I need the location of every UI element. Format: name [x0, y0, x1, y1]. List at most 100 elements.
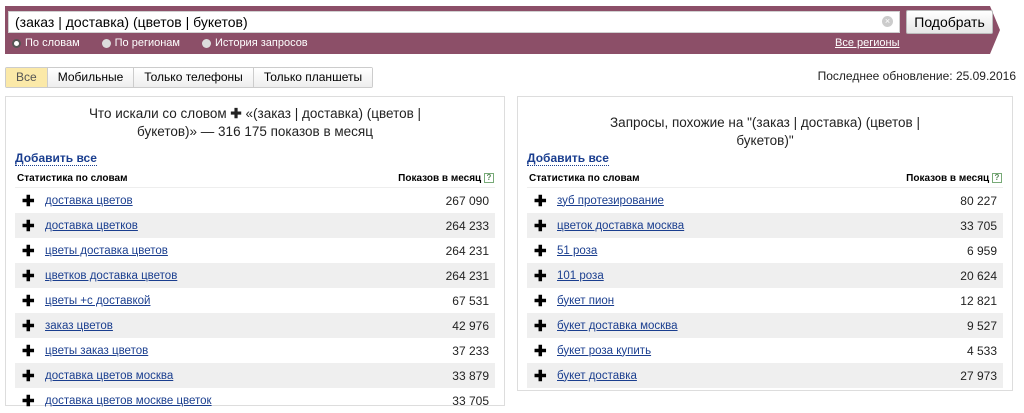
radio-selected-icon — [12, 38, 21, 48]
keyword-link[interactable]: букет пион — [551, 295, 960, 307]
plus-icon[interactable]: ✚ — [22, 317, 39, 335]
plus-icon[interactable]: ✚ — [22, 342, 39, 360]
radio-icon — [101, 38, 111, 48]
plus-icon: ✚ — [230, 106, 242, 121]
table-row: ✚ 101 роза 20 624 — [527, 263, 1003, 288]
impressions-count: 12 821 — [960, 293, 997, 308]
table-row: ✚ букет доставка москва 9 527 — [527, 313, 1003, 338]
keyword-link[interactable]: зуб протезирование — [551, 195, 960, 207]
keyword-link[interactable]: букет роза купить — [551, 345, 967, 357]
table-header: Статистика по словам Показов в месяц ? — [527, 173, 1003, 188]
impressions-count: 9 527 — [966, 318, 997, 333]
plus-icon[interactable]: ✚ — [534, 292, 551, 310]
tab-all[interactable]: Все — [6, 68, 48, 87]
plus-icon[interactable]: ✚ — [534, 317, 551, 335]
keyword-link[interactable]: цветы заказ цветов — [39, 345, 452, 357]
radio-icon — [202, 38, 211, 48]
table-row: ✚ букет доставка 27 973 — [527, 363, 1003, 388]
keyword-link[interactable]: букет доставка москва — [551, 320, 967, 332]
impressions-count: 67 531 — [452, 293, 489, 308]
impressions-count: 33 705 — [452, 393, 489, 408]
impressions-count: 264 231 — [445, 268, 489, 283]
all-regions-link[interactable]: Все регионы — [835, 37, 900, 49]
table-row: ✚ 51 роза 6 959 — [527, 238, 1003, 263]
table-row: ✚ цветков доставка цветов 264 231 — [15, 263, 495, 288]
right-rows: ✚ зуб протезирование 80 227 ✚ цветок доставк… — [527, 188, 1003, 388]
keyword-link[interactable]: 101 роза — [551, 270, 960, 282]
keyword-link[interactable]: доставка цветков — [39, 220, 446, 232]
help-icon[interactable]: ? — [484, 173, 494, 183]
impressions-count: 267 090 — [445, 193, 489, 208]
right-panel: Запросы, похожие на "(заказ | доставка) … — [517, 96, 1013, 391]
table-row: ✚ доставка цветов москве цветок 33 705 — [15, 388, 495, 413]
impressions-count: 37 233 — [452, 343, 489, 358]
table-row: ✚ доставка цветов москва 33 879 — [15, 363, 495, 388]
plus-icon[interactable]: ✚ — [22, 367, 39, 385]
keyword-link[interactable]: цветков доставка цветов — [39, 270, 446, 282]
left-panel: Что искали со словом ✚ «(заказ | доставк… — [5, 96, 505, 410]
plus-icon[interactable]: ✚ — [534, 242, 551, 260]
search-input[interactable]: (заказ | доставка) (цветов | букетов) × — [8, 11, 900, 33]
plus-icon[interactable]: ✚ — [534, 267, 551, 285]
col-impressions: Показов в месяц — [906, 173, 990, 184]
table-row: ✚ букет пион 12 821 — [527, 288, 1003, 313]
table-row: ✚ цветы доставка цветов 264 231 — [15, 238, 495, 263]
col-impressions: Показов в месяц — [398, 173, 482, 184]
submit-button[interactable]: Подобрать — [906, 10, 993, 34]
table-row: ✚ цветы заказ цветов 37 233 — [15, 338, 495, 363]
col-words: Статистика по словам — [17, 173, 128, 184]
plus-icon[interactable]: ✚ — [22, 217, 39, 235]
plus-icon[interactable]: ✚ — [22, 267, 39, 285]
plus-icon[interactable]: ✚ — [22, 242, 39, 260]
table-row: ✚ доставка цветков 264 233 — [15, 213, 495, 238]
impressions-count: 264 231 — [445, 243, 489, 258]
table-row: ✚ цветы +с доставкой 67 531 — [15, 288, 495, 313]
tab-phones[interactable]: Только телефоны — [134, 68, 254, 87]
plus-icon[interactable]: ✚ — [22, 192, 39, 210]
mode-label: По регионам — [114, 37, 180, 49]
plus-icon[interactable]: ✚ — [534, 217, 551, 235]
search-query[interactable]: (заказ | доставка) (цветов | букетов) — [15, 14, 248, 30]
panel-title: Что искали со словом ✚ «(заказ | доставк… — [15, 105, 495, 145]
table-row: ✚ доставка цветов 267 090 — [15, 188, 495, 213]
device-tabs: Все Мобильные Только телефоны Только пла… — [5, 67, 374, 88]
keyword-link[interactable]: цветы +с доставкой — [39, 295, 452, 307]
mode-history[interactable]: История запросов — [202, 37, 308, 49]
mode-radios: По словам По регионам История запросов — [12, 37, 308, 49]
mode-by-words[interactable]: По словам — [12, 37, 80, 49]
mode-label: По словам — [25, 37, 80, 49]
add-all-button[interactable]: Добавить все — [15, 151, 97, 166]
clear-icon[interactable]: × — [882, 16, 893, 27]
keyword-link[interactable]: 51 роза — [551, 245, 967, 257]
plus-icon[interactable]: ✚ — [534, 342, 551, 360]
keyword-link[interactable]: цветы доставка цветов — [39, 245, 446, 257]
tab-tablets[interactable]: Только планшеты — [253, 68, 373, 87]
plus-icon[interactable]: ✚ — [22, 392, 39, 410]
table-row: ✚ цветок доставка москва 33 705 — [527, 213, 1003, 238]
add-all-button[interactable]: Добавить все — [527, 151, 609, 166]
keyword-link[interactable]: букет доставка — [551, 370, 960, 382]
keyword-link[interactable]: доставка цветов москве цветок — [39, 395, 452, 407]
col-words: Статистика по словам — [529, 173, 640, 184]
keyword-link[interactable]: доставка цветов москва — [39, 370, 452, 382]
table-row: ✚ букет роза купить 4 533 — [527, 338, 1003, 363]
impressions-count: 80 227 — [960, 193, 997, 208]
table-row: ✚ заказ цветов 42 976 — [15, 313, 495, 338]
plus-icon[interactable]: ✚ — [534, 367, 551, 385]
last-updated: Последнее обновление: 25.09.2016 — [817, 69, 1016, 83]
keyword-link[interactable]: доставка цветов — [39, 195, 446, 207]
plus-icon[interactable]: ✚ — [534, 192, 551, 210]
keyword-link[interactable]: цветок доставка москва — [551, 220, 960, 232]
mode-by-regions[interactable]: По регионам — [101, 37, 180, 49]
impressions-count: 33 879 — [452, 368, 489, 383]
impressions-count: 4 533 — [966, 343, 997, 358]
help-icon[interactable]: ? — [992, 173, 1002, 183]
table-header: Статистика по словам Показов в месяц ? — [15, 173, 495, 188]
keyword-link[interactable]: заказ цветов — [39, 320, 452, 332]
impressions-count: 6 959 — [966, 243, 997, 258]
title-prefix: Что искали со словом — [88, 106, 227, 121]
table-row: ✚ зуб протезирование 80 227 — [527, 188, 1003, 213]
plus-icon[interactable]: ✚ — [22, 292, 39, 310]
impressions-count: 264 233 — [445, 218, 489, 233]
tab-mobile[interactable]: Мобильные — [47, 68, 135, 87]
